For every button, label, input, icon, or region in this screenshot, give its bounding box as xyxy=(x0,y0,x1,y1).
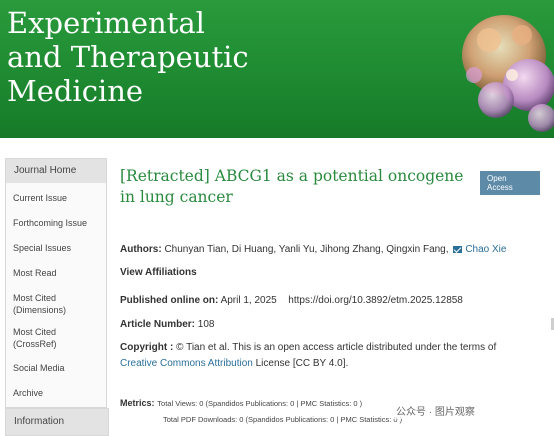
license-link[interactable]: Creative Commons Attribution xyxy=(120,358,253,369)
article-number: 108 xyxy=(197,319,215,330)
doi-link[interactable]: https://doi.org/10.3892/etm.2025.12858 xyxy=(288,295,463,306)
metrics-label: Metrics: xyxy=(120,398,155,408)
article-number-label: Article Number: xyxy=(120,319,196,330)
sidebar-item-current-issue[interactable]: Current Issue xyxy=(6,188,106,208)
article-title: [Retracted] ABCG1 as a potential oncogen… xyxy=(120,167,464,206)
sidebar-item-social-media[interactable]: Social Media xyxy=(6,358,106,378)
sidebar: Journal Home Current Issue Forthcoming I… xyxy=(5,158,109,436)
metrics-downloads-row: Total PDF Downloads: 0 (Spandidos Public… xyxy=(163,414,402,425)
journal-title-line-3: Medicine xyxy=(7,74,144,108)
journal-title[interactable]: Experimental and Therapeutic Medicine xyxy=(7,6,249,108)
corresponding-author-link[interactable]: Chao Xie xyxy=(465,244,506,255)
metrics-total-pdf-downloads: Total PDF Downloads: 0 (Spandidos Public… xyxy=(163,415,403,424)
metrics-row: Metrics: Total Views: 0 (Spandidos Publi… xyxy=(120,398,362,409)
journal-nav-box: Journal Home Current Issue Forthcoming I… xyxy=(5,158,107,408)
license-row: Creative Commons Attribution License [CC… xyxy=(120,358,348,369)
sidebar-item-archive[interactable]: Archive xyxy=(6,383,106,403)
journal-banner: Experimental and Therapeutic Medicine xyxy=(0,0,554,138)
authors-label: Authors: xyxy=(120,244,162,255)
published-date: April 1, 2025 xyxy=(220,295,277,306)
sidebar-header-information[interactable]: Information xyxy=(6,409,108,435)
cell-illustration-image xyxy=(462,15,554,132)
copyright-label: Copyright : xyxy=(120,342,174,353)
published-label: Published online on: xyxy=(120,295,219,306)
authors-list: Chunyan Tian, Di Huang, Yanli Yu, Jihong… xyxy=(164,244,449,255)
email-icon[interactable] xyxy=(453,245,463,253)
view-affiliations-link[interactable]: View Affiliations xyxy=(120,267,197,278)
sidebar-item-forthcoming-issue[interactable]: Forthcoming Issue xyxy=(6,213,106,233)
journal-title-line-2: and Therapeutic xyxy=(7,40,249,74)
copyright-row: Copyright : © Tian et al. This is an ope… xyxy=(120,342,496,353)
article-main: [Retracted] ABCG1 as a potential oncogen… xyxy=(120,166,540,424)
affiliations-row: View Affiliations xyxy=(120,267,197,278)
copyright-text: © Tian et al. This is an open access art… xyxy=(176,342,497,353)
metrics-total-views: Total Views: 0 (Spandidos Publications: … xyxy=(157,399,363,408)
sidebar-item-most-read[interactable]: Most Read xyxy=(6,263,106,283)
article-number-row: Article Number: 108 xyxy=(120,319,214,330)
license-suffix: License [CC BY 4.0]. xyxy=(255,358,349,369)
sidebar-item-most-cited-dimensions[interactable]: Most Cited (Dimensions) xyxy=(6,288,90,320)
authors-row: Authors: Chunyan Tian, Di Huang, Yanli Y… xyxy=(120,244,506,255)
sidebar-item-most-cited-crossref[interactable]: Most Cited (CrossRef) xyxy=(6,322,90,354)
journal-title-line-1: Experimental xyxy=(7,6,205,40)
sidebar-item-special-issues[interactable]: Special Issues xyxy=(6,238,106,258)
published-row: Published online on: April 1, 2025 https… xyxy=(120,295,463,306)
watermark-label: 公众号 · 图片观察 xyxy=(393,402,478,419)
sidebar-header-journal-home[interactable]: Journal Home xyxy=(6,159,106,183)
information-box: Information xyxy=(5,408,109,436)
open-access-badge: Open Access xyxy=(480,171,540,195)
